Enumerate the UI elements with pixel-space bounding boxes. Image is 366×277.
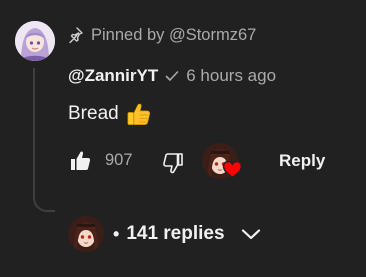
pin-icon	[68, 27, 83, 44]
comment-body: Bread	[68, 101, 152, 127]
thumbs-up-emoji	[126, 101, 152, 127]
heart-icon	[222, 160, 243, 179]
view-replies-button[interactable]: • 141 replies	[68, 214, 263, 254]
reply-button[interactable]: Reply	[279, 151, 325, 171]
chevron-down-icon[interactable]	[239, 222, 263, 246]
comment-thread: Pinned by @Stormz67 @ZannirYT 6 hours ag…	[0, 0, 366, 277]
comment-actions: 907 Reply	[68, 143, 358, 179]
verified-check-icon	[164, 68, 180, 84]
comment-header: @ZannirYT 6 hours ago	[68, 66, 276, 86]
creator-heart-badge	[202, 143, 248, 183]
reply-avatar	[68, 216, 104, 252]
comment-text: Bread	[68, 103, 119, 124]
comment-timestamp[interactable]: 6 hours ago	[186, 66, 276, 86]
thread-connector-line	[33, 68, 55, 212]
pinned-by-text: Pinned by @Stormz67	[91, 26, 257, 44]
commenter-avatar[interactable]	[15, 21, 55, 61]
like-icon[interactable]	[68, 149, 92, 173]
reply-count-text[interactable]: 141 replies	[126, 223, 224, 245]
pinned-label: Pinned by @Stormz67	[68, 26, 256, 45]
author-name[interactable]: @ZannirYT	[68, 66, 158, 86]
dislike-icon[interactable]	[161, 151, 185, 175]
like-count: 907	[105, 151, 133, 169]
separator-dot: •	[113, 223, 120, 244]
